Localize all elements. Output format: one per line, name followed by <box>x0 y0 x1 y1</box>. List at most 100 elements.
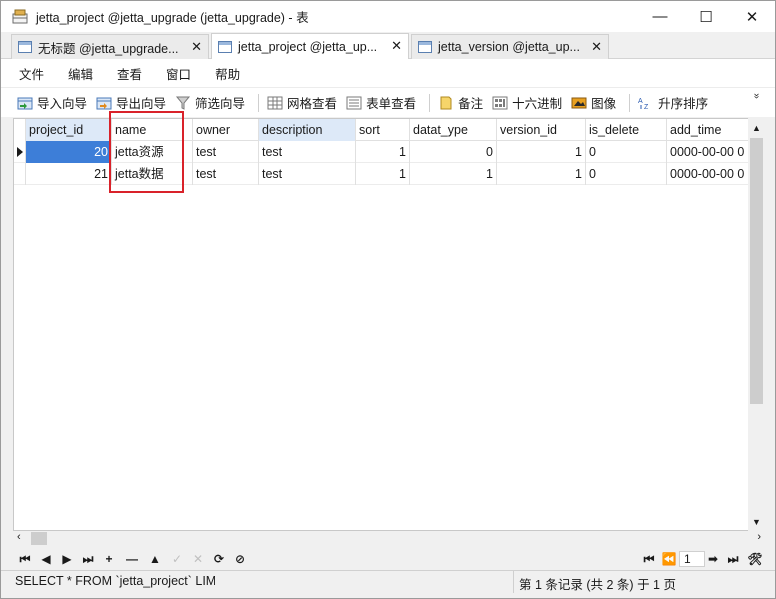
cell-description[interactable]: test <box>259 141 356 163</box>
grid-icon <box>267 96 283 110</box>
status-divider <box>513 571 514 593</box>
menu-view[interactable]: 查看 <box>105 64 154 83</box>
vertical-scroll-thumb[interactable] <box>750 138 763 404</box>
cell-name[interactable]: jetta数据 <box>112 163 193 185</box>
prev-page-icon[interactable]: ⏪ <box>661 551 677 567</box>
image-icon <box>571 96 587 110</box>
svg-text:A: A <box>638 98 643 105</box>
window-title: jetta_project @jetta_upgrade (jetta_upgr… <box>36 11 309 25</box>
toolbar: 导入向导 导出向导 筛选向导 网格查看 表单查看 备注 十六进制 图像 A Z … <box>1 87 775 117</box>
row-selector[interactable] <box>14 141 26 163</box>
close-button[interactable]: ✕ <box>729 1 775 32</box>
first-page-icon[interactable]: ⏮ <box>641 551 657 567</box>
menu-edit[interactable]: 编辑 <box>56 64 105 83</box>
minimize-button[interactable]: — <box>637 1 683 32</box>
scroll-right-icon[interactable]: › <box>757 531 761 543</box>
status-record-info: 第 1 条记录 (共 2 条) 于 1 页 <box>519 578 676 592</box>
last-page-icon[interactable]: ⏭ <box>725 551 741 567</box>
first-record-icon[interactable]: ⏮ <box>17 551 33 567</box>
tab-close-icon[interactable]: ✕ <box>191 39 202 55</box>
apply-changes-icon[interactable]: ✓ <box>169 551 185 567</box>
image-button[interactable]: 图像 <box>571 93 616 112</box>
import-wizard-button[interactable]: 导入向导 <box>17 93 87 112</box>
sort-ascending-button[interactable]: AZ 升序排序 <box>638 93 708 112</box>
column-header-add-time[interactable]: add_time <box>667 119 749 141</box>
column-header-project-id[interactable]: project_id <box>26 119 112 141</box>
column-header-name[interactable]: name <box>112 119 193 141</box>
form-view-button[interactable]: 表单查看 <box>346 93 416 112</box>
cell-project-id[interactable]: 20 <box>26 141 112 163</box>
move-up-icon[interactable]: ▲ <box>147 551 163 567</box>
table-row[interactable]: 21 jetta数据 test test 1 1 1 0 0000-00-00 … <box>14 163 749 185</box>
cell-name[interactable]: jetta资源 <box>112 141 193 163</box>
cell-description[interactable]: test <box>259 163 356 185</box>
column-header-description[interactable]: description <box>259 119 356 141</box>
column-header-version-id[interactable]: version_id <box>497 119 586 141</box>
cell-sort[interactable]: 1 <box>356 141 410 163</box>
toolbar-separator <box>629 93 631 112</box>
column-header-is-delete[interactable]: is_delete <box>586 119 667 141</box>
cell-add-time[interactable]: 0000-00-00 0 <box>667 141 749 163</box>
cell-is-delete[interactable]: 0 <box>586 163 667 185</box>
menu-file[interactable]: 文件 <box>7 64 56 83</box>
status-bar: SELECT * FROM `jetta_project` LIMIT 0, 1… <box>1 570 775 593</box>
tab-jetta-version[interactable]: jetta_version @jetta_up... ✕ <box>411 34 609 59</box>
cell-sort[interactable]: 1 <box>356 163 410 185</box>
table-app-icon <box>12 9 28 25</box>
next-record-icon[interactable]: ▶ <box>59 551 75 567</box>
row-selector[interactable] <box>14 163 26 185</box>
horizontal-scroll-thumb[interactable] <box>31 532 47 545</box>
tab-label: 无标题 @jetta_upgrade... <box>38 41 179 56</box>
tab-close-icon[interactable]: ✕ <box>591 39 602 55</box>
filter-wizard-button[interactable]: 筛选向导 <box>175 93 245 112</box>
discard-changes-icon[interactable]: ✕ <box>190 551 206 567</box>
scroll-up-icon[interactable]: ▲ <box>752 123 761 133</box>
import-icon <box>17 96 33 110</box>
cell-owner[interactable]: test <box>193 163 259 185</box>
cell-datat-ype[interactable]: 0 <box>410 141 497 163</box>
tab-close-icon[interactable]: ✕ <box>391 38 402 54</box>
column-header-sort[interactable]: sort <box>356 119 410 141</box>
cell-is-delete[interactable]: 0 <box>586 141 667 163</box>
column-header-datat-ype[interactable]: datat_ype <box>410 119 497 141</box>
cell-add-time[interactable]: 0000-00-00 0 <box>667 163 749 185</box>
settings-icon[interactable]: 🛠 <box>747 551 763 567</box>
table-row[interactable]: 20 jetta资源 test test 1 0 1 0 0000-00-00 … <box>14 141 749 163</box>
export-icon <box>96 96 112 110</box>
prev-record-icon[interactable]: ◀ <box>38 551 54 567</box>
toolbar-overflow-icon[interactable]: » <box>751 93 762 99</box>
toolbar-separator <box>429 93 431 112</box>
menu-window[interactable]: 窗口 <box>154 64 203 83</box>
memo-button[interactable]: 备注 <box>438 93 483 112</box>
data-grid: project_id name owner description sort d… <box>13 118 765 531</box>
scroll-down-icon[interactable]: ▼ <box>752 517 761 527</box>
row-gutter-header <box>14 119 26 141</box>
add-record-icon[interactable]: + <box>101 551 117 567</box>
menu-help[interactable]: 帮助 <box>203 64 252 83</box>
grid-view-button[interactable]: 网格查看 <box>267 93 337 112</box>
cell-version-id[interactable]: 1 <box>497 141 586 163</box>
table-icon <box>218 40 232 53</box>
sort-ascending-icon: AZ <box>638 96 654 111</box>
column-header-owner[interactable]: owner <box>193 119 259 141</box>
stop-icon[interactable]: ⊘ <box>232 551 248 567</box>
export-wizard-button[interactable]: 导出向导 <box>96 93 166 112</box>
maximize-button[interactable]: ☐ <box>683 1 729 32</box>
vertical-scrollbar[interactable]: ▲ ▼ <box>748 118 765 531</box>
record-navigation-bar: ⏮ ◀ ▶ ⏭ + — ▲ ✓ ✕ ⟳ ⊘ ⏮ ⏪ 1 ➡ ⏭ 🛠 <box>1 548 775 570</box>
hex-button[interactable]: 十六进制 <box>492 93 562 112</box>
cell-datat-ype[interactable]: 1 <box>410 163 497 185</box>
cell-owner[interactable]: test <box>193 141 259 163</box>
cell-project-id[interactable]: 21 <box>26 163 112 185</box>
cell-version-id[interactable]: 1 <box>497 163 586 185</box>
refresh-icon[interactable]: ⟳ <box>211 551 227 567</box>
tab-jetta-project[interactable]: jetta_project @jetta_up... ✕ <box>211 33 409 59</box>
filter-icon <box>175 96 191 110</box>
delete-record-icon[interactable]: — <box>124 551 140 567</box>
next-page-icon[interactable]: ➡ <box>705 551 721 567</box>
last-record-icon[interactable]: ⏭ <box>80 551 96 567</box>
scroll-left-icon[interactable]: ‹ <box>17 531 21 543</box>
horizontal-scrollbar[interactable]: ‹ › <box>13 531 765 546</box>
page-number-input[interactable]: 1 <box>679 551 705 567</box>
tab-untitled-query[interactable]: 无标题 @jetta_upgrade... ✕ <box>11 34 209 59</box>
